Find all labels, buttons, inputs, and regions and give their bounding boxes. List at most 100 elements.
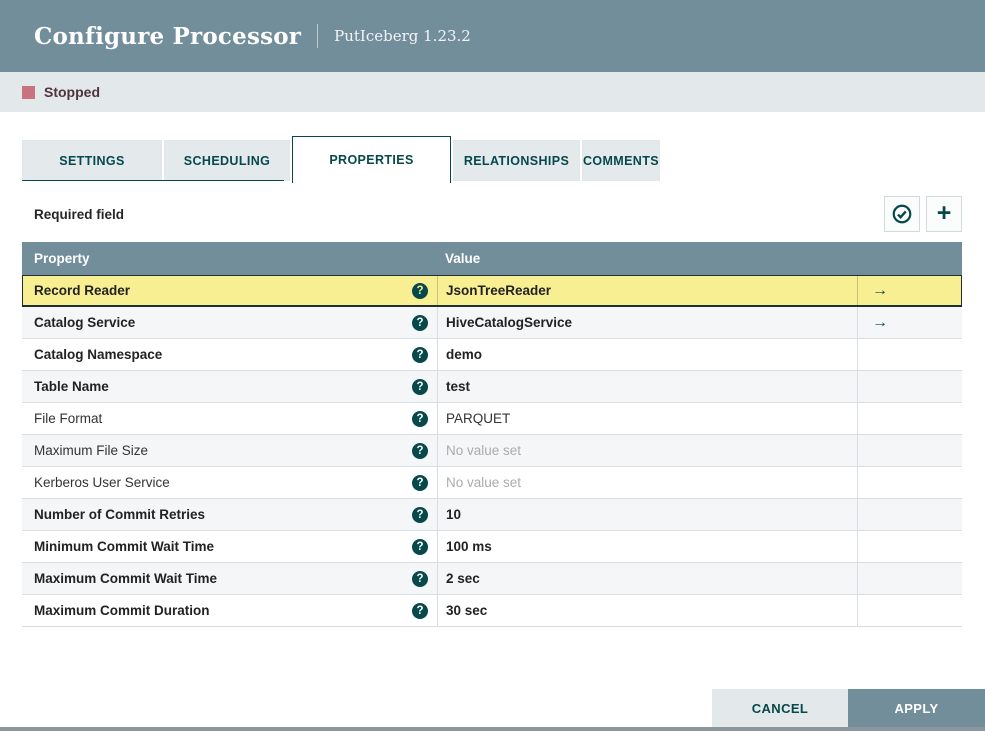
title-separator bbox=[317, 24, 319, 48]
goto-arrow-icon[interactable]: → bbox=[872, 282, 888, 300]
property-name-cell: Maximum File Size? bbox=[22, 435, 437, 466]
tab-properties[interactable]: PROPERTIES bbox=[292, 136, 451, 183]
processor-type-version: PutIceberg 1.23.2 bbox=[334, 27, 471, 45]
property-row[interactable]: File Format? PARQUET bbox=[22, 403, 962, 435]
help-icon[interactable]: ? bbox=[412, 602, 428, 619]
help-icon[interactable]: ? bbox=[412, 314, 428, 331]
table-header-row: Property Value bbox=[22, 242, 962, 275]
goto-service-cell: → bbox=[857, 276, 962, 305]
property-name-cell: Number of Commit Retries? bbox=[22, 499, 437, 530]
status-bar: Stopped bbox=[0, 72, 985, 112]
property-name: File Format bbox=[34, 411, 103, 426]
tab-comments[interactable]: COMMENTS bbox=[582, 140, 660, 181]
property-value-cell[interactable]: HiveCatalogService bbox=[437, 307, 857, 338]
help-icon[interactable]: ? bbox=[412, 442, 428, 459]
help-icon[interactable]: ? bbox=[412, 410, 428, 427]
property-row[interactable]: Maximum File Size? No value set bbox=[22, 435, 962, 467]
property-column-header: Property bbox=[34, 251, 90, 266]
help-icon[interactable]: ? bbox=[412, 570, 428, 587]
help-icon[interactable]: ? bbox=[412, 346, 428, 363]
property-name: Catalog Namespace bbox=[34, 347, 163, 362]
property-value: PARQUET bbox=[446, 411, 511, 426]
property-name-cell: Minimum Commit Wait Time? bbox=[22, 531, 437, 562]
add-property-button[interactable]: + bbox=[926, 196, 962, 232]
cancel-button[interactable]: CANCEL bbox=[712, 689, 848, 727]
required-field-label: Required field bbox=[34, 206, 125, 222]
dialog-header: Configure Processor PutIceberg 1.23.2 bbox=[0, 0, 985, 72]
property-name: Number of Commit Retries bbox=[34, 507, 206, 522]
properties-toolbar: Required field + bbox=[0, 196, 985, 232]
property-value: 100 ms bbox=[446, 539, 492, 554]
tab-settings[interactable]: SETTINGS bbox=[22, 140, 162, 181]
property-name-cell: Record Reader? bbox=[22, 276, 437, 305]
goto-service-cell bbox=[857, 339, 962, 370]
goto-service-cell bbox=[857, 435, 962, 466]
property-name: Table Name bbox=[34, 379, 109, 394]
property-value-cell[interactable]: test bbox=[437, 371, 857, 402]
property-value-cell[interactable]: No value set bbox=[437, 467, 857, 498]
status-label: Stopped bbox=[44, 84, 100, 100]
property-name: Kerberos User Service bbox=[34, 475, 170, 490]
property-row[interactable]: Record Reader? JsonTreeReader → bbox=[22, 275, 962, 307]
dialog-bottom-edge bbox=[0, 727, 985, 731]
toolbar-buttons: + bbox=[884, 196, 962, 232]
property-value-cell[interactable]: demo bbox=[437, 339, 857, 370]
check-circle-icon bbox=[891, 203, 913, 225]
property-name-cell: Catalog Namespace? bbox=[22, 339, 437, 370]
property-row[interactable]: Table Name? test bbox=[22, 371, 962, 403]
property-row[interactable]: Maximum Commit Duration? 30 sec bbox=[22, 595, 962, 627]
property-value: No value set bbox=[446, 443, 522, 458]
property-row[interactable]: Maximum Commit Wait Time? 2 sec bbox=[22, 563, 962, 595]
dialog-footer: CANCEL APPLY bbox=[712, 689, 985, 727]
goto-service-cell bbox=[857, 563, 962, 594]
property-value-cell[interactable]: JsonTreeReader bbox=[437, 276, 857, 305]
goto-service-cell bbox=[857, 499, 962, 530]
tab-strip: SETTINGS SCHEDULING PROPERTIES RELATIONSHIP… bbox=[0, 136, 985, 183]
properties-table: Property Value Record Reader? JsonTreeRea… bbox=[22, 242, 962, 627]
property-value: demo bbox=[446, 347, 483, 362]
dialog-title: Configure Processor bbox=[34, 22, 302, 50]
property-name-cell: Catalog Service? bbox=[22, 307, 437, 338]
goto-arrow-icon[interactable]: → bbox=[872, 314, 888, 332]
property-row[interactable]: Catalog Service? HiveCatalogService → bbox=[22, 307, 962, 339]
property-name-cell: Table Name? bbox=[22, 371, 437, 402]
tab-scheduling[interactable]: SCHEDULING bbox=[164, 140, 290, 181]
apply-button[interactable]: APPLY bbox=[848, 689, 985, 727]
property-value: 2 sec bbox=[446, 571, 480, 586]
property-name: Maximum File Size bbox=[34, 443, 149, 458]
property-value-cell[interactable]: 2 sec bbox=[437, 563, 857, 594]
plus-icon: + bbox=[936, 198, 952, 227]
configure-processor-dialog: Configure Processor PutIceberg 1.23.2 St… bbox=[0, 0, 985, 731]
property-name-cell: Kerberos User Service? bbox=[22, 467, 437, 498]
value-column-header: Value bbox=[445, 251, 481, 266]
goto-service-cell bbox=[857, 595, 962, 626]
property-value: 30 sec bbox=[446, 603, 488, 618]
help-icon[interactable]: ? bbox=[412, 506, 428, 523]
property-row[interactable]: Number of Commit Retries? 10 bbox=[22, 499, 962, 531]
goto-service-cell bbox=[857, 403, 962, 434]
property-row[interactable]: Minimum Commit Wait Time? 100 ms bbox=[22, 531, 962, 563]
help-icon[interactable]: ? bbox=[412, 378, 428, 395]
property-value: HiveCatalogService bbox=[446, 315, 573, 330]
property-value-cell[interactable]: No value set bbox=[437, 435, 857, 466]
goto-service-cell bbox=[857, 467, 962, 498]
property-row[interactable]: Kerberos User Service? No value set bbox=[22, 467, 962, 499]
property-value: JsonTreeReader bbox=[446, 283, 552, 298]
property-name: Maximum Commit Wait Time bbox=[34, 571, 218, 586]
help-icon[interactable]: ? bbox=[412, 474, 428, 491]
property-value-cell[interactable]: 10 bbox=[437, 499, 857, 530]
help-icon[interactable]: ? bbox=[412, 282, 428, 299]
property-value-cell[interactable]: PARQUET bbox=[437, 403, 857, 434]
property-value: 10 bbox=[446, 507, 462, 522]
help-icon[interactable]: ? bbox=[412, 538, 428, 555]
property-row[interactable]: Catalog Namespace? demo bbox=[22, 339, 962, 371]
tab-underline bbox=[22, 180, 284, 181]
property-name: Catalog Service bbox=[34, 315, 136, 330]
property-value-cell[interactable]: 30 sec bbox=[437, 595, 857, 626]
tab-relationships[interactable]: RELATIONSHIPS bbox=[453, 140, 580, 181]
property-value-cell[interactable]: 100 ms bbox=[437, 531, 857, 562]
table-body: Record Reader? JsonTreeReader → Catalog Ser… bbox=[22, 275, 962, 627]
verify-properties-button[interactable] bbox=[884, 196, 920, 232]
property-name-cell: Maximum Commit Duration? bbox=[22, 595, 437, 626]
property-name: Maximum Commit Duration bbox=[34, 603, 210, 618]
